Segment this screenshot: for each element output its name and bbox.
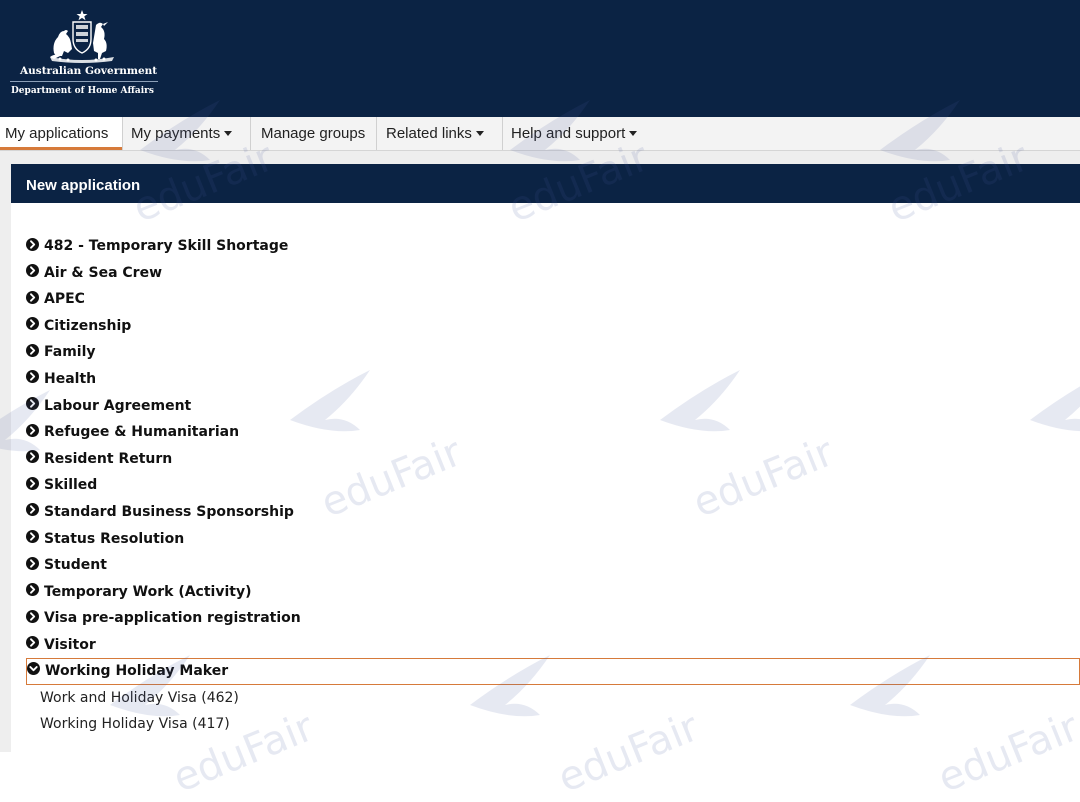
chevron-right-circle-icon <box>26 636 39 650</box>
link-working-holiday-visa-417[interactable]: Working Holiday Visa (417) <box>26 711 1080 738</box>
category-visitor[interactable]: Visitor <box>26 631 1080 658</box>
nav-my-applications-label: My applications <box>5 125 109 142</box>
nav-my-payments-label: My payments <box>131 125 221 142</box>
category-label: Citizenship <box>44 317 132 334</box>
category-label: APEC <box>44 291 85 308</box>
caret-down-icon <box>475 130 484 136</box>
nav-related-links[interactable]: Related links <box>376 117 502 150</box>
coat-of-arms-logo <box>50 10 114 63</box>
nav-related-links-label: Related links <box>386 125 472 142</box>
category-apec[interactable]: APEC <box>26 285 1080 312</box>
category-label: Visa pre-application registration <box>44 610 301 627</box>
category-resident-return[interactable]: Resident Return <box>26 445 1080 472</box>
department-name: Department of Home Affairs <box>11 86 154 96</box>
panel-title: New application <box>26 177 141 194</box>
category-citizenship[interactable]: Citizenship <box>26 312 1080 339</box>
content-left-gutter <box>0 151 11 752</box>
category-label: Standard Business Sponsorship <box>44 503 294 520</box>
chevron-right-circle-icon <box>26 317 39 331</box>
nav-my-applications[interactable]: My applications <box>0 117 122 150</box>
chevron-right-circle-icon <box>26 423 39 437</box>
nav-help-and-support-label: Help and support <box>511 125 626 142</box>
category-refugee-humanitarian[interactable]: Refugee & Humanitarian <box>26 418 1080 445</box>
chevron-down-circle-icon <box>27 662 40 675</box>
header-divider <box>10 81 158 82</box>
category-label: Skilled <box>44 477 98 494</box>
category-status-resolution[interactable]: Status Resolution <box>26 525 1080 552</box>
chevron-right-circle-icon <box>26 237 39 251</box>
site-header: Australian Government Department of Home… <box>0 0 1080 117</box>
nav-help-and-support[interactable]: Help and support <box>502 117 662 150</box>
chevron-right-circle-icon <box>26 370 39 384</box>
category-482-temporary-skill-shortage[interactable]: 482 - Temporary Skill Shortage <box>26 232 1080 259</box>
content-top-gutter <box>0 151 1080 164</box>
chevron-right-circle-icon <box>26 343 39 357</box>
category-label: Air & Sea Crew <box>44 264 163 281</box>
category-student[interactable]: Student <box>26 551 1080 578</box>
new-application-panel-header: New application <box>11 164 1080 203</box>
link-work-and-holiday-visa-462[interactable]: Work and Holiday Visa (462) <box>26 685 1080 712</box>
category-health[interactable]: Health <box>26 365 1080 392</box>
category-skilled[interactable]: Skilled <box>26 471 1080 498</box>
nav-my-payments[interactable]: My payments <box>122 117 250 150</box>
category-label: Visitor <box>44 636 96 653</box>
category-label: Labour Agreement <box>44 397 192 414</box>
category-label: Health <box>44 370 97 387</box>
chevron-right-circle-icon <box>26 530 39 544</box>
category-label: Temporary Work (Activity) <box>44 583 252 600</box>
chevron-right-circle-icon <box>26 290 39 304</box>
category-label: 482 - Temporary Skill Shortage <box>44 238 289 254</box>
category-working-holiday-maker[interactable]: Working Holiday Maker <box>26 657 1080 685</box>
government-name: Australian Government <box>20 65 158 77</box>
application-category-list: 482 - Temporary Skill Shortage Air & Sea… <box>26 232 1080 738</box>
main-navigation: My applications My payments Manage group… <box>0 117 1080 151</box>
category-standard-business-sponsorship[interactable]: Standard Business Sponsorship <box>26 498 1080 525</box>
nav-manage-groups[interactable]: Manage groups <box>250 117 376 150</box>
caret-down-icon <box>629 130 638 136</box>
chevron-right-circle-icon <box>26 609 39 623</box>
category-label: Status Resolution <box>44 530 185 547</box>
category-air-sea-crew[interactable]: Air & Sea Crew <box>26 259 1080 286</box>
chevron-right-circle-icon <box>26 583 39 597</box>
chevron-right-circle-icon <box>26 503 39 517</box>
nav-manage-groups-label: Manage groups <box>261 125 366 142</box>
category-visa-pre-application-registration[interactable]: Visa pre-application registration <box>26 604 1080 631</box>
caret-down-icon <box>224 130 233 136</box>
category-family[interactable]: Family <box>26 338 1080 365</box>
chevron-right-circle-icon <box>26 476 39 490</box>
category-temporary-work-activity[interactable]: Temporary Work (Activity) <box>26 578 1080 605</box>
category-label: Family <box>44 344 96 361</box>
chevron-right-circle-icon <box>26 397 39 411</box>
chevron-right-circle-icon <box>26 264 39 278</box>
category-label: Resident Return <box>44 450 173 467</box>
chevron-right-circle-icon <box>26 556 39 570</box>
category-label: Student <box>44 557 107 574</box>
chevron-right-circle-icon <box>26 450 39 464</box>
category-labour-agreement[interactable]: Labour Agreement <box>26 392 1080 419</box>
category-label: Working Holiday Maker <box>45 662 229 679</box>
category-label: Refugee & Humanitarian <box>44 424 240 441</box>
